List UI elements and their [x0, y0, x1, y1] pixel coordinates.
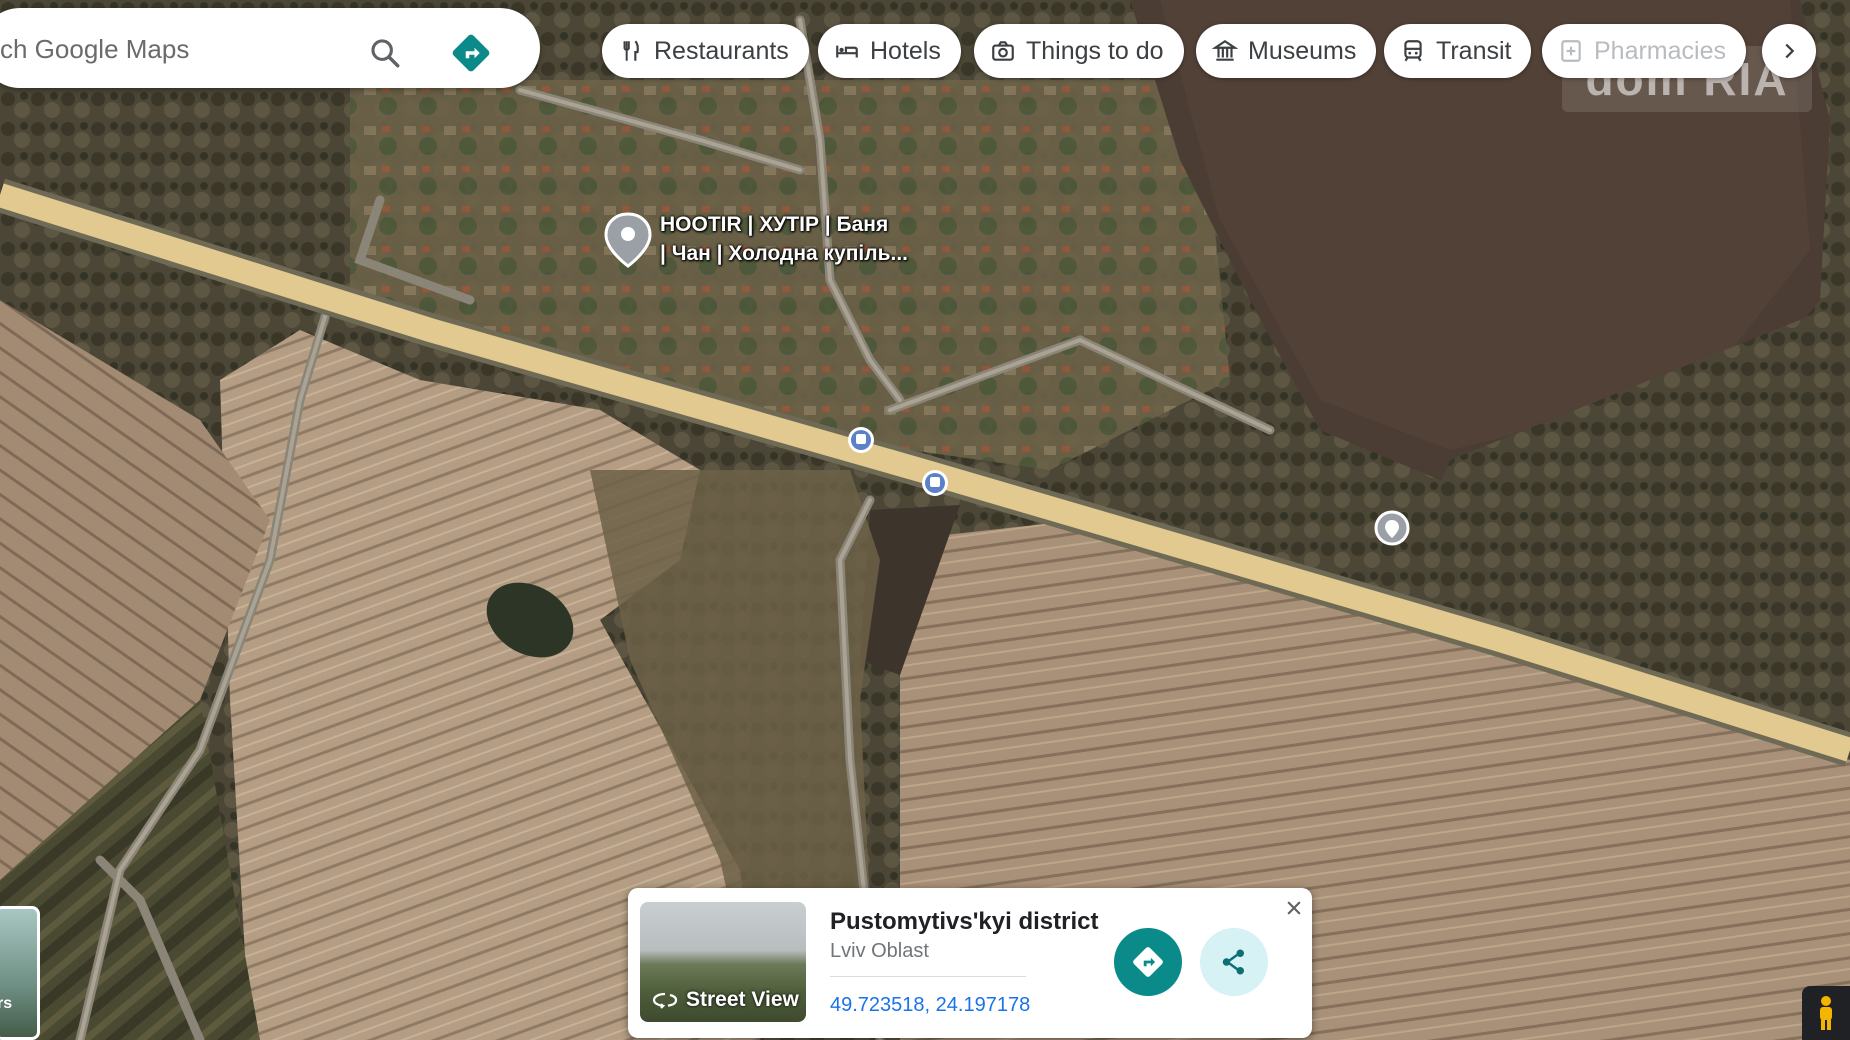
directions-icon[interactable] [450, 32, 492, 74]
card-title: Pustomytivs'kyi district [830, 908, 1099, 935]
street-view-icon [652, 992, 678, 1009]
transit-icon [1404, 40, 1422, 62]
close-icon [1287, 901, 1301, 915]
layers-label: rs [0, 995, 13, 1012]
chip-label: Restaurants [654, 36, 789, 65]
bus-stop-icon[interactable] [922, 470, 948, 496]
chip-hotels[interactable]: Hotels [818, 24, 961, 78]
search-box[interactable]: ch Google Maps [0, 8, 540, 88]
card-coordinates[interactable]: 49.723518, 24.197178 [830, 994, 1030, 1017]
place-label-line1: HOOTIR | ХУТІР | Баня [660, 213, 889, 236]
street-view-text: Street View [686, 988, 799, 1011]
chips-next-button[interactable] [1762, 24, 1816, 78]
satellite-map[interactable] [0, 0, 1850, 1040]
share-button[interactable] [1200, 928, 1268, 996]
search-icon[interactable] [368, 36, 402, 70]
directions-button[interactable] [1114, 928, 1182, 996]
layers-toggle[interactable]: rs [0, 906, 40, 1040]
chip-label: Things to do [1026, 36, 1164, 65]
share-icon [1222, 949, 1244, 975]
chip-things-to-do[interactable]: Things to do [974, 24, 1184, 78]
location-card[interactable]: Street View Pustomytivs'kyi district Lvi… [628, 888, 1312, 1038]
directions-icon [1133, 947, 1163, 977]
chip-label: Hotels [870, 36, 941, 65]
chip-transit[interactable]: Transit [1384, 24, 1532, 78]
chip-label: Museums [1248, 36, 1357, 65]
chip-label: Pharmacies [1594, 36, 1726, 65]
restaurant-icon [623, 40, 639, 61]
location-pin-icon[interactable] [1374, 510, 1410, 546]
street-view-thumbnail[interactable]: Street View [640, 902, 806, 1022]
street-view-label[interactable]: Street View [652, 988, 799, 1012]
chevron-right-icon [1785, 43, 1795, 59]
chip-museums[interactable]: Museums [1196, 24, 1377, 78]
bus-stop-icon[interactable] [848, 427, 874, 453]
card-subtitle: Lviv Oblast [830, 940, 929, 962]
pegman-button[interactable] [1802, 986, 1850, 1040]
chip-pharmacies[interactable]: Pharmacies [1542, 24, 1746, 78]
hotel-icon [836, 45, 858, 58]
pharmacy-icon [1561, 40, 1581, 62]
close-button[interactable] [1280, 894, 1308, 922]
camera-icon [992, 41, 1014, 61]
museum-icon [1212, 39, 1238, 61]
search-placeholder: ch Google Maps [0, 34, 190, 64]
pegman-icon [1820, 996, 1832, 1030]
place-label-line2: | Чан | Холодна купіль... [660, 242, 909, 265]
chip-label: Transit [1436, 36, 1512, 65]
card-divider [830, 976, 1026, 977]
chip-restaurants[interactable]: Restaurants [602, 24, 809, 78]
place-label[interactable]: HOOTIR | ХУТІР | Баня | Чан | Холодна ку… [660, 210, 940, 268]
